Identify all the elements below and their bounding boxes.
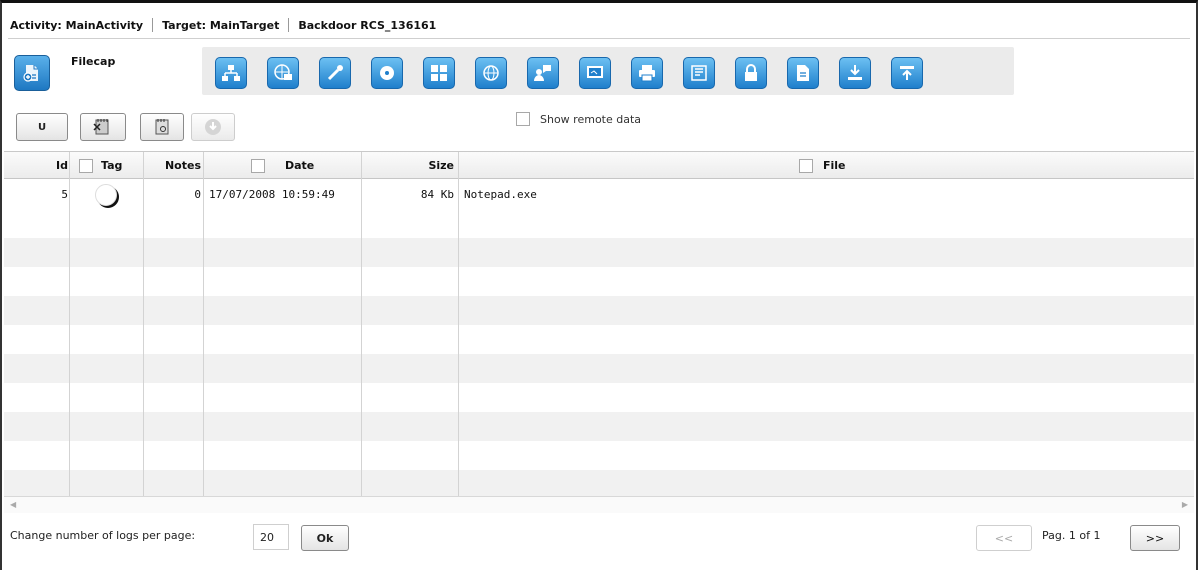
breadcrumb-divider bbox=[8, 38, 1190, 39]
previous-page-label: << bbox=[994, 531, 1014, 545]
next-page-label: >> bbox=[1145, 531, 1165, 545]
grid-icon[interactable] bbox=[423, 57, 455, 89]
column-header-notes[interactable]: Notes bbox=[144, 152, 201, 179]
empty-row bbox=[4, 209, 1194, 238]
empty-row bbox=[4, 296, 1194, 325]
breadcrumb: Activity: MainActivity Target: MainTarge… bbox=[10, 15, 436, 35]
tag-select-all-checkbox[interactable] bbox=[79, 158, 93, 173]
column-divider bbox=[458, 152, 459, 496]
column-divider bbox=[361, 152, 362, 496]
show-remote-checkbox[interactable] bbox=[516, 112, 530, 126]
column-divider bbox=[203, 152, 204, 496]
tag-indicator[interactable] bbox=[95, 183, 117, 206]
show-remote-toggle[interactable]: Show remote data bbox=[516, 112, 641, 126]
date-checkbox[interactable] bbox=[251, 158, 265, 173]
empty-row bbox=[4, 412, 1194, 441]
printer-icon[interactable] bbox=[631, 57, 663, 89]
column-header-size[interactable]: Size bbox=[362, 152, 454, 179]
empty-row bbox=[4, 354, 1194, 383]
table-header: Id Tag Notes Date Size File bbox=[4, 152, 1194, 179]
file-checkbox[interactable] bbox=[799, 158, 813, 173]
ok-button-label: Ok bbox=[316, 531, 334, 545]
module-title: Filecap bbox=[71, 55, 116, 68]
tag-remove-button[interactable] bbox=[80, 113, 126, 141]
tag-cell[interactable] bbox=[70, 180, 142, 209]
web-icon[interactable] bbox=[475, 57, 507, 89]
column-divider bbox=[143, 152, 144, 496]
breadcrumb-separator bbox=[288, 18, 290, 32]
column-header-file[interactable]: File bbox=[459, 152, 1192, 179]
keyboard-icon[interactable] bbox=[683, 57, 715, 89]
network-tree-icon[interactable] bbox=[215, 57, 247, 89]
table-row[interactable]: 5 0 17/07/2008 10:59:49 84 Kb Notepad.ex… bbox=[4, 180, 1194, 209]
user-chat-icon[interactable] bbox=[527, 57, 559, 89]
filecap-icon bbox=[14, 55, 50, 91]
page-indicator: Pag. 1 of 1 bbox=[1042, 529, 1101, 542]
column-header-date-label: Date bbox=[285, 159, 315, 172]
id-cell: 5 bbox=[61, 188, 68, 201]
scroll-right-icon[interactable]: ▶ bbox=[1182, 500, 1188, 509]
tag-remove-icon bbox=[93, 119, 109, 135]
microphone-icon[interactable] bbox=[319, 57, 351, 89]
column-divider bbox=[69, 152, 70, 496]
file-cell[interactable]: Notepad.exe bbox=[464, 180, 1164, 209]
notes-cell: 0 bbox=[194, 188, 201, 201]
next-page-button[interactable]: >> bbox=[1130, 525, 1180, 551]
logs-table: 5 0 17/07/2008 10:59:49 84 Kb Notepad.ex… bbox=[4, 151, 1194, 496]
download-circle-icon bbox=[205, 119, 221, 135]
show-remote-label: Show remote data bbox=[540, 112, 642, 126]
empty-row bbox=[4, 470, 1194, 496]
empty-row bbox=[4, 441, 1194, 470]
lock-icon[interactable] bbox=[735, 57, 767, 89]
breadcrumb-separator bbox=[152, 18, 154, 32]
u-button[interactable]: U bbox=[16, 113, 68, 141]
horizontal-scrollbar[interactable]: ◀ ▶ bbox=[4, 496, 1194, 513]
column-header-date[interactable]: Date bbox=[204, 152, 360, 179]
download-file-button[interactable] bbox=[191, 113, 235, 141]
previous-page-button[interactable]: << bbox=[976, 525, 1032, 551]
u-button-label: U bbox=[37, 121, 47, 133]
tag-search-button[interactable] bbox=[140, 113, 184, 141]
per-page-label: Change number of logs per page: bbox=[10, 529, 196, 542]
document-icon[interactable] bbox=[787, 57, 819, 89]
empty-row bbox=[4, 267, 1194, 296]
column-header-id[interactable]: Id bbox=[4, 152, 68, 179]
column-header-tag-label: Tag bbox=[101, 159, 123, 172]
date-cell: 17/07/2008 10:59:49 bbox=[209, 188, 335, 201]
breadcrumb-backdoor[interactable]: Backdoor RCS_136161 bbox=[298, 19, 436, 32]
disk-icon[interactable] bbox=[371, 57, 403, 89]
upload-icon[interactable] bbox=[891, 57, 923, 89]
breadcrumb-activity[interactable]: Activity: MainActivity bbox=[10, 19, 143, 32]
module-toolbar bbox=[202, 47, 1014, 95]
ok-button[interactable]: Ok bbox=[301, 525, 349, 551]
breadcrumb-target[interactable]: Target: MainTarget bbox=[162, 19, 279, 32]
empty-row bbox=[4, 325, 1194, 354]
scroll-left-icon[interactable]: ◀ bbox=[10, 500, 16, 509]
screen-icon[interactable] bbox=[579, 57, 611, 89]
empty-row bbox=[4, 383, 1194, 412]
filecap-window: Activity: MainActivity Target: MainTarge… bbox=[0, 0, 1198, 570]
column-header-tag[interactable]: Tag bbox=[70, 152, 142, 179]
size-cell: 84 Kb bbox=[420, 188, 454, 201]
download-icon[interactable] bbox=[839, 57, 871, 89]
empty-row bbox=[4, 238, 1194, 267]
column-header-file-label: File bbox=[823, 159, 846, 172]
globe-chat-icon[interactable] bbox=[267, 57, 299, 89]
per-page-input[interactable]: 20 bbox=[253, 524, 289, 550]
tag-search-icon bbox=[155, 119, 169, 135]
